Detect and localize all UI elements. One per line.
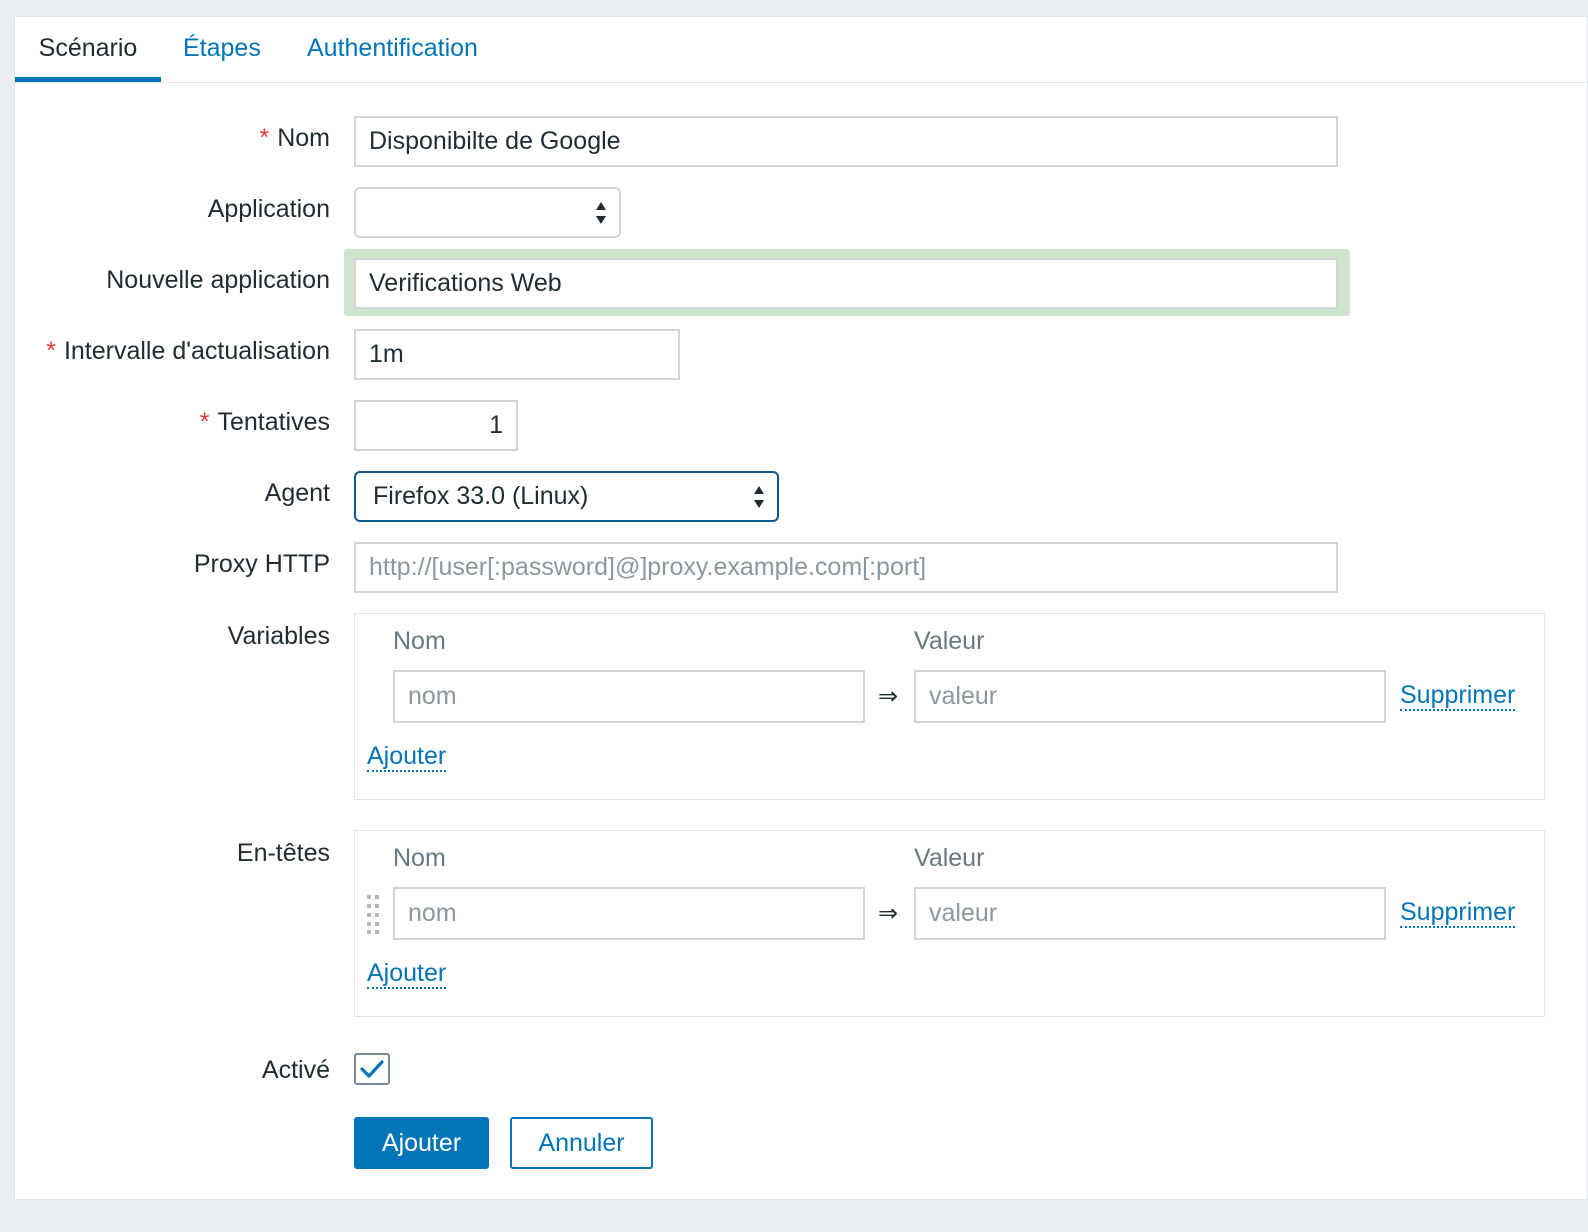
header-name-input[interactable] <box>393 887 865 940</box>
drag-handle-icon[interactable] <box>366 894 380 934</box>
enabled-checkbox[interactable] <box>354 1053 390 1085</box>
headers-col-name: Nom <box>393 844 446 872</box>
header-remove-link[interactable]: Supprimer <box>1400 898 1516 928</box>
required-marker: * <box>199 408 210 436</box>
agent-select[interactable]: Firefox 33.0 (Linux) <box>354 471 779 522</box>
tab-authentication[interactable]: Authentification <box>307 17 478 82</box>
variables-col-value: Valeur <box>914 627 985 655</box>
attempts-input[interactable] <box>354 400 518 451</box>
agent-label: Agent <box>264 479 330 507</box>
required-marker: * <box>46 337 56 365</box>
select-arrows-icon <box>754 485 764 508</box>
attempts-label: * Tentatives <box>199 408 330 436</box>
headers-col-value: Valeur <box>914 844 985 872</box>
variable-remove-link[interactable]: Supprimer <box>1400 681 1516 711</box>
variables-label: Variables <box>227 622 330 650</box>
required-marker: * <box>259 124 270 152</box>
new-application-input[interactable] <box>354 258 1338 309</box>
tab-steps[interactable]: Étapes <box>183 17 261 82</box>
tab-bar: Scénario Étapes Authentification <box>15 17 1587 83</box>
variable-name-input[interactable] <box>393 670 865 723</box>
header-value-input[interactable] <box>914 887 1386 940</box>
tab-scenario[interactable]: Scénario <box>15 17 161 82</box>
application-label: Application <box>207 195 330 223</box>
name-input[interactable] <box>354 116 1338 167</box>
header-add-link[interactable]: Ajouter <box>367 959 447 989</box>
enabled-label: Activé <box>261 1056 330 1084</box>
arrow-symbol: ⇒ <box>878 683 899 710</box>
name-label: * Nom <box>259 124 330 152</box>
arrow-symbol: ⇒ <box>878 900 899 927</box>
add-button[interactable]: Ajouter <box>354 1117 489 1169</box>
agent-select-value: Firefox 33.0 (Linux) <box>373 482 589 510</box>
update-interval-label: * Intervalle d'actualisation <box>46 337 330 365</box>
new-application-label: Nouvelle application <box>106 266 330 294</box>
select-arrows-icon <box>596 201 606 224</box>
headers-table: Nom Valeur ⇒ Supprimer Ajouter <box>354 830 1545 1017</box>
variables-col-name: Nom <box>393 627 446 655</box>
update-interval-input[interactable] <box>354 329 680 380</box>
application-select[interactable] <box>354 187 621 238</box>
cancel-button[interactable]: Annuler <box>510 1117 653 1169</box>
web-scenario-form-panel: Scénario Étapes Authentification *Nom Ap… <box>14 16 1588 1200</box>
variable-value-input[interactable] <box>914 670 1386 723</box>
http-proxy-input[interactable] <box>354 542 1338 593</box>
checkmark-icon <box>360 1060 384 1078</box>
headers-label: En-têtes <box>236 839 330 867</box>
variable-add-link[interactable]: Ajouter <box>367 742 447 772</box>
variables-table: Nom Valeur ⇒ Supprimer Ajouter <box>354 613 1545 800</box>
http-proxy-label: Proxy HTTP <box>193 550 330 578</box>
